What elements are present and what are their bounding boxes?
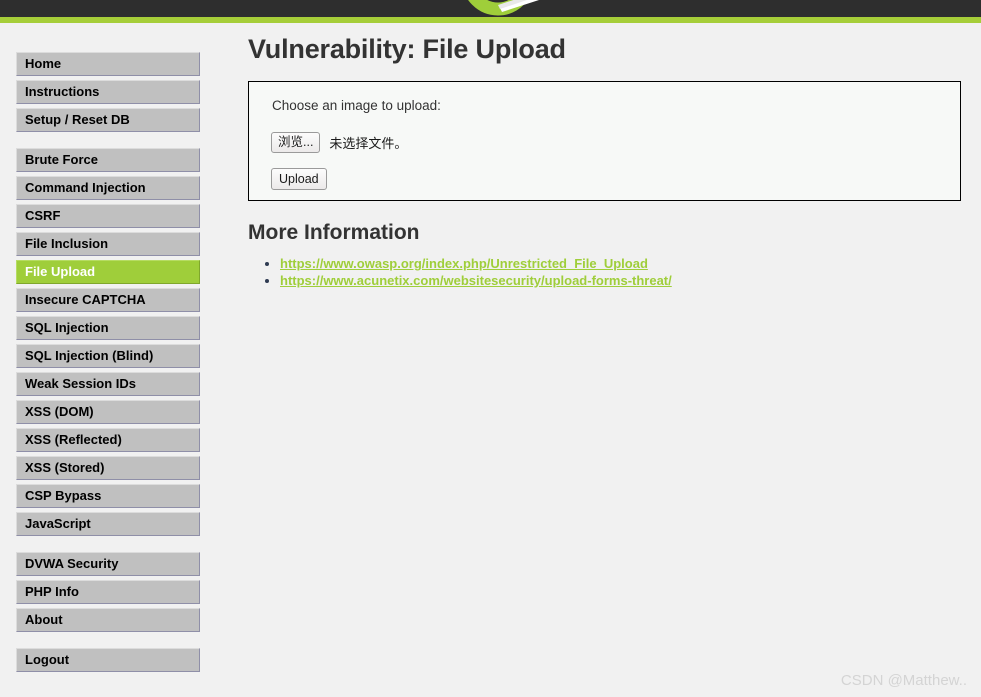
upload-prompt-label: Choose an image to upload: — [272, 98, 441, 113]
sidebar-item-home[interactable]: Home — [16, 52, 200, 76]
sidebar-item-brute-force[interactable]: Brute Force — [16, 148, 200, 172]
sidebar-nav: Home Instructions Setup / Reset DB Brute… — [16, 52, 200, 672]
sidebar-item-file-upload[interactable]: File Upload — [16, 260, 200, 284]
list-item: https://www.owasp.org/index.php/Unrestri… — [280, 255, 961, 272]
sidebar-item-weak-session-ids[interactable]: Weak Session IDs — [16, 372, 200, 396]
link-acunetix-upload-forms-threat[interactable]: https://www.acunetix.com/websitesecurity… — [280, 273, 672, 288]
file-upload-panel: Choose an image to upload: 浏览... 未选择文件。 … — [248, 81, 961, 201]
sidebar-item-setup-reset-db[interactable]: Setup / Reset DB — [16, 108, 200, 132]
sidebar-item-csrf[interactable]: CSRF — [16, 204, 200, 228]
sidebar-item-insecure-captcha[interactable]: Insecure CAPTCHA — [16, 288, 200, 312]
sidebar-group-session: Logout — [16, 648, 200, 672]
upload-button[interactable]: Upload — [271, 168, 327, 190]
sidebar-group-general: Home Instructions Setup / Reset DB — [16, 52, 200, 132]
sidebar-item-php-info[interactable]: PHP Info — [16, 580, 200, 604]
sidebar-item-about[interactable]: About — [16, 608, 200, 632]
sidebar-item-xss-stored[interactable]: XSS (Stored) — [16, 456, 200, 480]
sidebar-item-file-inclusion[interactable]: File Inclusion — [16, 232, 200, 256]
browse-file-button[interactable]: 浏览... — [271, 132, 321, 153]
sidebar-item-instructions[interactable]: Instructions — [16, 80, 200, 104]
dvwa-logo-icon — [468, 0, 539, 16]
sidebar-item-xss-reflected[interactable]: XSS (Reflected) — [16, 428, 200, 452]
page-title: Vulnerability: File Upload — [248, 34, 566, 64]
more-information-links: https://www.owasp.org/index.php/Unrestri… — [248, 255, 961, 289]
main-content: Vulnerability: File Upload Choose an ima… — [248, 34, 961, 289]
watermark-text: CSDN @Matthew.. — [840, 672, 967, 689]
upload-submit-row: Upload — [271, 168, 960, 190]
header-green-stripe — [0, 17, 981, 23]
sidebar-item-csp-bypass[interactable]: CSP Bypass — [16, 484, 200, 508]
more-information-heading: More Information — [248, 221, 420, 244]
sidebar-group-settings: DVWA Security PHP Info About — [16, 552, 200, 632]
file-input-row[interactable]: 浏览... 未选择文件。 — [271, 132, 960, 153]
sidebar-item-sql-injection-blind[interactable]: SQL Injection (Blind) — [16, 344, 200, 368]
sidebar-item-javascript[interactable]: JavaScript — [16, 512, 200, 536]
site-header-bar — [0, 0, 981, 17]
link-owasp-unrestricted-file-upload[interactable]: https://www.owasp.org/index.php/Unrestri… — [280, 256, 648, 271]
list-item: https://www.acunetix.com/websitesecurity… — [280, 272, 961, 289]
sidebar-item-dvwa-security[interactable]: DVWA Security — [16, 552, 200, 576]
sidebar-item-sql-injection[interactable]: SQL Injection — [16, 316, 200, 340]
sidebar-group-vulnerabilities: Brute Force Command Injection CSRF File … — [16, 148, 200, 536]
sidebar-item-command-injection[interactable]: Command Injection — [16, 176, 200, 200]
sidebar-item-xss-dom[interactable]: XSS (DOM) — [16, 400, 200, 424]
selected-file-status: 未选择文件。 — [329, 136, 408, 151]
sidebar-item-logout[interactable]: Logout — [16, 648, 200, 672]
